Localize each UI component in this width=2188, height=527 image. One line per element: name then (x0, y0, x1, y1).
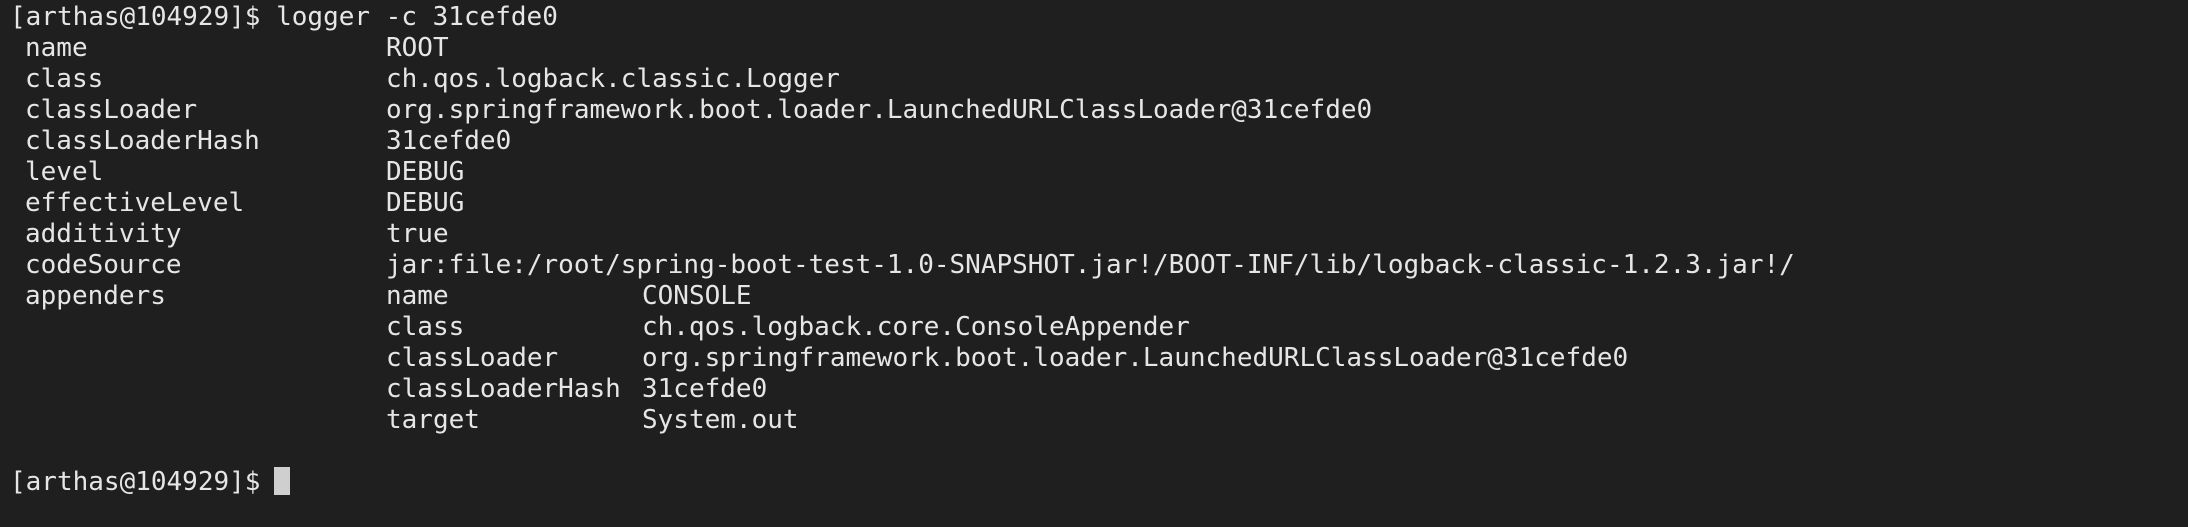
appender-value: System.out (642, 405, 799, 435)
field-value: ROOT (386, 33, 449, 63)
field-value: jar:file:/root/spring-boot-test-1.0-SNAP… (386, 250, 1795, 280)
field-row-name: name ROOT (10, 33, 2188, 64)
appender-value: org.springframework.boot.loader.Launched… (642, 343, 1629, 373)
field-row-effectivelevel: effectiveLevel DEBUG (10, 188, 2188, 219)
appender-row-name: appenders name CONSOLE (10, 281, 2188, 312)
field-key: name (25, 33, 88, 63)
field-key: classLoader (25, 95, 198, 125)
appender-value: 31cefde0 (642, 374, 768, 404)
appender-key: target (386, 405, 480, 435)
appender-value: ch.qos.logback.core.ConsoleAppender (642, 312, 1190, 342)
field-key: effectiveLevel (25, 188, 245, 218)
field-value: DEBUG (386, 188, 465, 218)
text-cursor (274, 467, 291, 495)
appender-row-classloaderhash: classLoaderHash 31cefde0 (10, 374, 2188, 405)
appender-key: name (386, 281, 449, 311)
appenders-indent (10, 405, 386, 436)
field-value: org.springframework.boot.loader.Launched… (386, 95, 1373, 125)
field-row-additivity: additivity true (10, 219, 2188, 250)
appender-row-class: class ch.qos.logback.core.ConsoleAppende… (10, 312, 2188, 343)
field-value: ch.qos.logback.classic.Logger (386, 64, 840, 94)
field-row-class: class ch.qos.logback.classic.Logger (10, 64, 2188, 95)
appender-row-classloader: classLoader org.springframework.boot.loa… (10, 343, 2188, 374)
field-key: codeSource (25, 250, 182, 280)
appenders-indent (10, 374, 386, 405)
appender-key: classLoader (386, 343, 559, 373)
field-row-codesource: codeSource jar:file:/root/spring-boot-te… (10, 250, 2188, 281)
terminal-window[interactable]: [arthas@104929]$ logger -c 31cefde0 name… (0, 0, 2188, 527)
field-row-classloaderhash: classLoaderHash 31cefde0 (10, 126, 2188, 157)
command-line: [arthas@104929]$ logger -c 31cefde0 (10, 2, 558, 32)
field-value: true (386, 219, 449, 249)
prompt-line[interactable]: [arthas@104929]$ (10, 467, 2188, 498)
field-value: DEBUG (386, 157, 465, 187)
field-key: classLoaderHash (25, 126, 260, 156)
field-key: level (25, 157, 104, 187)
field-key: class (25, 64, 104, 94)
appenders-indent (10, 312, 386, 343)
appender-key: class (386, 312, 465, 342)
appender-value: CONSOLE (642, 281, 752, 311)
appender-key: classLoaderHash (386, 374, 621, 404)
field-row-level: level DEBUG (10, 157, 2188, 188)
field-value: 31cefde0 (386, 126, 512, 156)
field-row-classloader: classLoader org.springframework.boot.loa… (10, 95, 2188, 126)
field-key: additivity (25, 219, 182, 249)
appenders-key: appenders (25, 281, 166, 311)
prompt: [arthas@104929]$ (10, 467, 261, 497)
appenders-indent (10, 343, 386, 374)
appender-row-target: target System.out (10, 405, 2188, 436)
